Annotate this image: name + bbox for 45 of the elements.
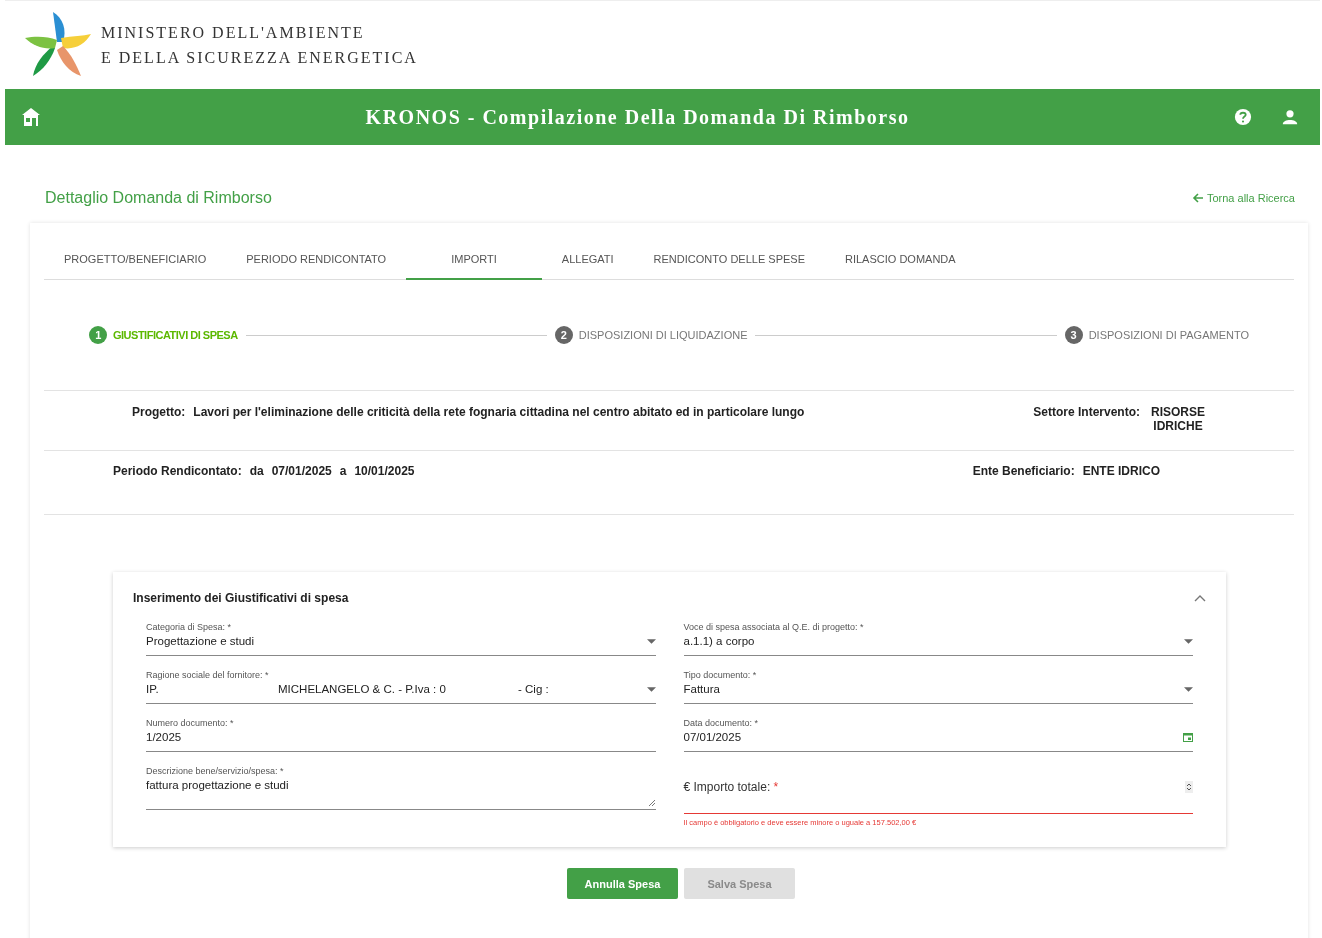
tab[interactable]: ALLEGATI [541, 240, 634, 280]
field-value: RISORSE IDRICHE [1150, 405, 1206, 433]
ministry-name: E DELLA SICUREZZA ENERGETICA [101, 48, 418, 67]
field-value: 07/01/2025 [271, 464, 332, 478]
field-value: ENTE IDRICO [1082, 464, 1160, 478]
page-title: Dettaglio Domanda di Rimborso [45, 189, 272, 207]
tab[interactable]: PROGETTO/BENEFICIARIO [44, 240, 227, 280]
field-label: Progetto: [132, 405, 186, 419]
tab[interactable]: RENDICONTO DELLE SPESE [633, 240, 825, 280]
arrow-left-icon[interactable] [1191, 192, 1204, 204]
ministry-name: MINISTERO DELL'AMBIENTE [101, 23, 366, 42]
dropdown-caret-icon[interactable] [646, 686, 656, 692]
input-field[interactable]: Voce di spesa associata al Q.E. di progetto: * a.1.1) a corpo [683, 622, 1193, 656]
help-icon[interactable] [1234, 108, 1252, 126]
calendar-icon[interactable] [1183, 732, 1193, 742]
spinner-icon[interactable] [1185, 781, 1193, 793]
panel-title: Inserimento dei Giustificativi di spesa [133, 591, 349, 605]
field-value: 10/01/2025 [354, 464, 415, 478]
user-icon[interactable] [1282, 109, 1298, 125]
dropdown-caret-icon[interactable] [1184, 638, 1193, 644]
tab[interactable]: IMPORTI [406, 240, 542, 280]
dropdown-caret-icon[interactable] [646, 638, 656, 644]
input-field[interactable]: € Importo totale: * [683, 780, 1193, 814]
tab[interactable]: PERIODO RENDICONTATO [226, 240, 407, 280]
dropdown-caret-icon[interactable] [1184, 686, 1193, 692]
step-number-badge[interactable]: 3 [1064, 326, 1083, 344]
field-value: Lavori per l'eliminazione delle criticità della rete fognaria cittadina nel centro abitato ed in particolare lungo [193, 405, 805, 419]
tab[interactable]: RILASCIO DOMANDA [825, 240, 976, 280]
field-label: Settore Intervento: [1033, 405, 1140, 419]
field-label: Periodo Rendicontato: [113, 464, 242, 478]
field-label: Ente Beneficiario: [972, 464, 1075, 478]
input-field[interactable]: Ragione sociale del fornitore: * IP. MICHELANGELO & C. - P.Iva : 0 - Cig : [146, 670, 656, 704]
step-number-badge[interactable]: 2 [554, 326, 573, 344]
step-label[interactable]: DISPOSIZIONI DI LIQUIDAZIONE [578, 329, 748, 341]
step-label[interactable]: DISPOSIZIONI DI PAGAMENTO [1088, 329, 1249, 341]
field-label: a [339, 464, 347, 478]
input-field[interactable]: Categoria di Spesa: * Progettazione e studi [146, 622, 656, 656]
chevron-icon[interactable] [1194, 594, 1206, 602]
app-title: KRONOS - Compilazione Della Domanda Di Rimborso [364, 105, 911, 129]
input-field[interactable]: Descrizione bene/servizio/spesa: * fattura progettazione e studi [146, 766, 656, 810]
input-field[interactable]: Data documento: * 07/01/2025 [683, 718, 1193, 752]
input-field[interactable]: Tipo documento: * Fattura [683, 670, 1193, 704]
home-icon[interactable] [21, 107, 41, 127]
input-field[interactable]: Numero documento: * 1/2025 [146, 718, 656, 752]
field-label: da [249, 464, 264, 478]
